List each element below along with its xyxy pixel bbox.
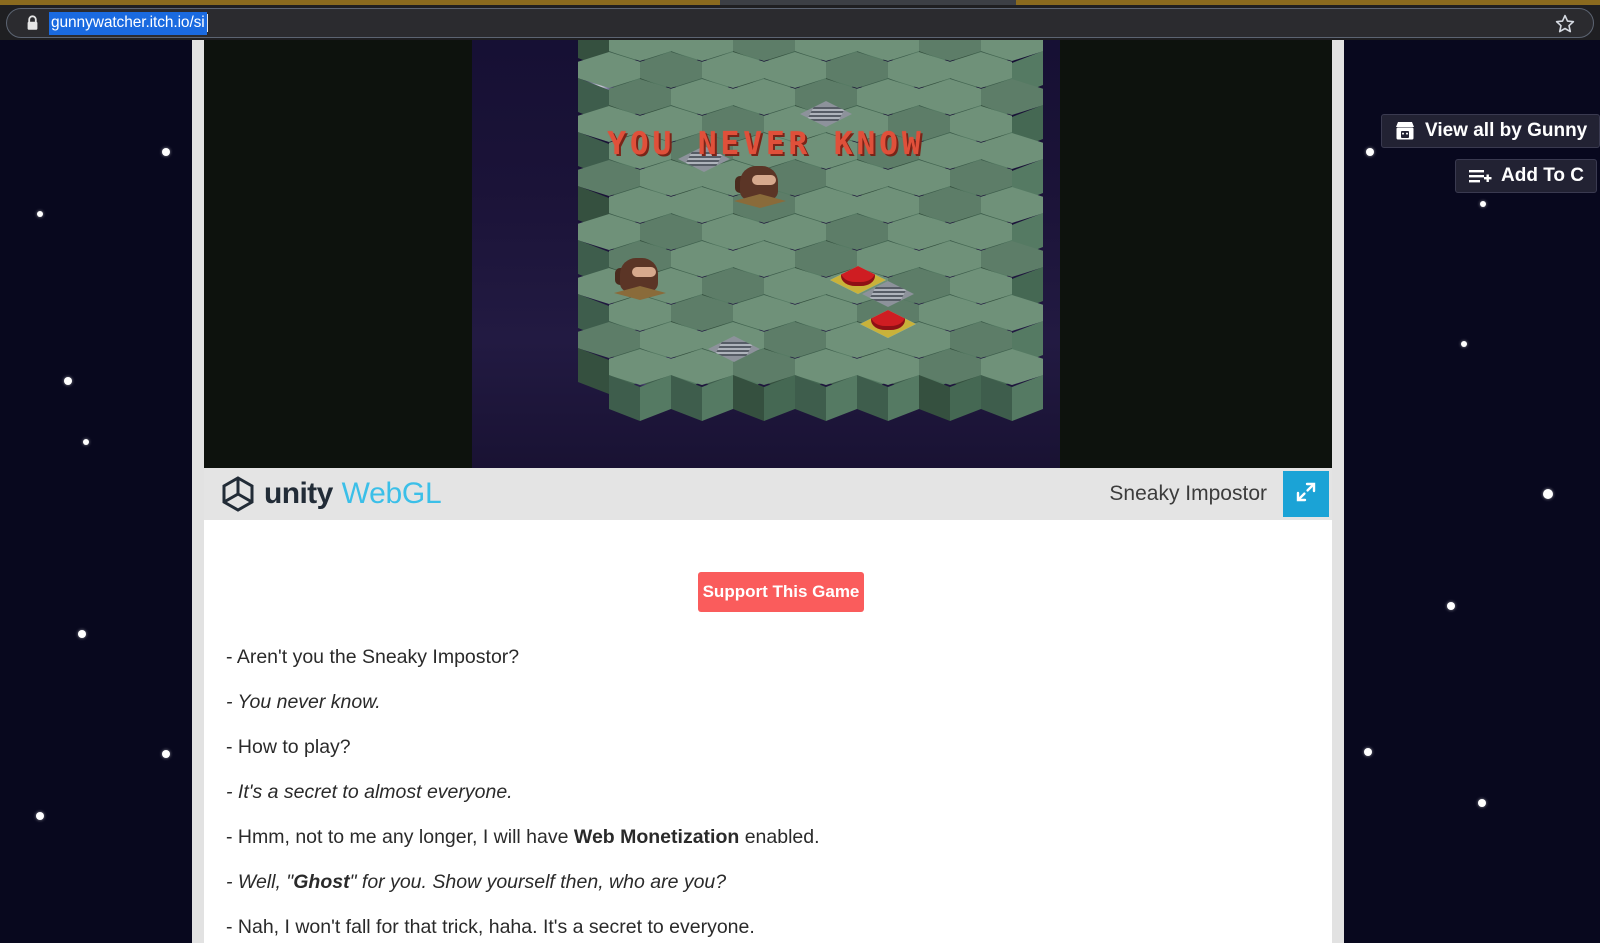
background-star — [1447, 602, 1455, 610]
address-bar[interactable]: gunnywatcher.itch.io/si — [6, 8, 1594, 38]
dialogue-emphasis: Web Monetization — [573, 826, 740, 848]
game-viewport[interactable]: YOU NEVER KNOW — [472, 40, 1060, 468]
webgl-wordmark: WebGL — [341, 477, 442, 510]
view-all-button[interactable]: View all by Gunny — [1381, 114, 1600, 148]
background-star — [1364, 748, 1372, 756]
game-overlay-title: YOU NEVER KNOW — [607, 126, 925, 162]
dialogue-text: - Hmm, not to me any longer, I will have — [226, 826, 574, 848]
bookmark-star-icon[interactable] — [1555, 14, 1575, 34]
dialogue-text: " for you. Show yourself then, who are y… — [349, 871, 727, 893]
background-star — [1480, 201, 1486, 207]
grid-cube[interactable] — [795, 349, 857, 421]
fullscreen-button[interactable] — [1283, 471, 1329, 517]
view-all-label: View all by Gunny — [1425, 120, 1588, 141]
background-star — [37, 211, 43, 217]
background-star — [162, 148, 170, 156]
grid-cube[interactable] — [857, 349, 919, 421]
content-inner: YOU NEVER KNOW unity WebGL Sneaky Impost… — [204, 40, 1332, 943]
game-canvas[interactable]: YOU NEVER KNOW — [204, 40, 1332, 468]
unity-cube-icon — [218, 474, 258, 514]
background-star — [78, 630, 86, 638]
grid-cube[interactable] — [671, 349, 733, 421]
dialogue-text: - Aren't you the Sneaky Impostor? — [226, 646, 520, 668]
page-body: Support This Game - Aren't you the Sneak… — [204, 520, 1332, 943]
dialogue-text: - Well, " — [226, 871, 294, 893]
support-this-game-button[interactable]: Support This Game — [698, 572, 864, 612]
background-star — [64, 377, 72, 385]
url-text[interactable]: gunnywatcher.itch.io/si — [49, 11, 207, 35]
grid-cube[interactable] — [733, 349, 795, 421]
dialogue-line: - You never know. — [226, 690, 1316, 714]
dialogue-line: - Nah, I won't fall for that trick, haha… — [226, 915, 1316, 939]
dialogue-text: - Nah, I won't fall for that trick, haha… — [226, 916, 755, 938]
background-star — [162, 750, 170, 758]
crewmate-sprite[interactable] — [614, 254, 666, 300]
dialogue-line: - Well, "Ghost" for you. Show yourself t… — [226, 870, 1316, 894]
game-title-label: Sneaky Impostor — [1109, 482, 1267, 505]
dialogue-line: - Hmm, not to me any longer, I will have… — [226, 825, 1316, 849]
dialogue-list: - Aren't you the Sneaky Impostor? - You n… — [226, 645, 1316, 943]
dialogue-line: - Aren't you the Sneaky Impostor? — [226, 645, 1316, 669]
dialogue-text: - You never know. — [226, 691, 381, 713]
fullscreen-icon — [1294, 480, 1318, 509]
list-plus-icon — [1468, 166, 1492, 186]
content-column: YOU NEVER KNOW unity WebGL Sneaky Impost… — [192, 40, 1344, 943]
grid-cube[interactable] — [919, 349, 981, 421]
background-star — [1543, 489, 1553, 499]
text-caret — [206, 14, 208, 32]
unity-wordmark: unity — [264, 477, 333, 510]
unity-webgl-bar: unity WebGL Sneaky Impostor — [204, 468, 1332, 520]
grid-cube[interactable] — [981, 349, 1043, 421]
dialogue-line: - How to play? — [226, 735, 1316, 759]
dialogue-text: - How to play? — [226, 736, 351, 758]
background-star — [1366, 148, 1374, 156]
dialogue-line: - It's a secret to almost everyone. — [226, 780, 1316, 804]
grid-cube[interactable] — [609, 349, 671, 421]
background-star — [36, 812, 44, 820]
unity-bar-right: Sneaky Impostor — [1109, 468, 1332, 520]
urlbar-row: gunnywatcher.itch.io/si — [0, 5, 1600, 40]
itch-store-icon — [1394, 121, 1416, 141]
dialogue-emphasis: Ghost — [293, 871, 350, 893]
crew-visor — [632, 267, 656, 277]
dialogue-text: - It's a secret to almost everyone. — [226, 781, 513, 803]
lock-icon[interactable] — [25, 15, 39, 31]
unity-logo: unity WebGL — [218, 474, 442, 514]
background-star — [83, 439, 89, 445]
dialogue-text: enabled. — [739, 826, 820, 848]
add-to-collection-button[interactable]: Add To C — [1455, 159, 1598, 193]
crew-visor — [752, 175, 776, 185]
background-star — [1478, 799, 1486, 807]
browser-chrome: gunnywatcher.itch.io/si — [0, 0, 1600, 40]
add-to-collection-label: Add To C — [1501, 165, 1585, 186]
background-star — [1461, 341, 1467, 347]
isometric-grid — [578, 40, 1043, 468]
crewmate-sprite[interactable] — [734, 162, 786, 208]
